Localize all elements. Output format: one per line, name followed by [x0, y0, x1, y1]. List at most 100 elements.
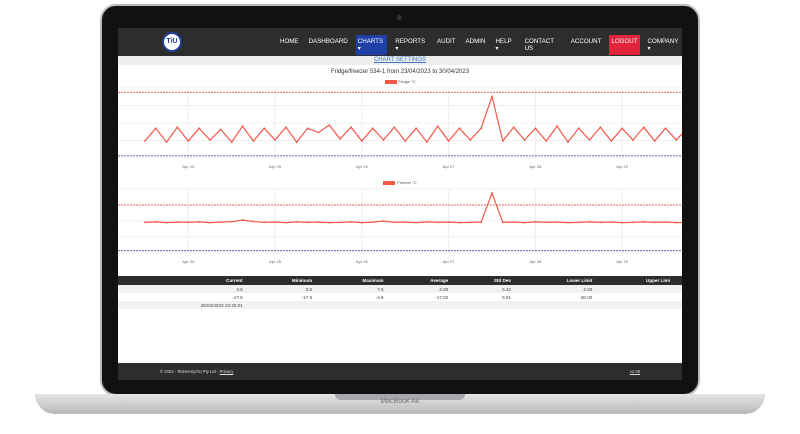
- data-point[interactable]: [371, 221, 374, 224]
- data-point[interactable]: [371, 127, 374, 130]
- data-point[interactable]: [458, 127, 461, 130]
- data-point[interactable]: [501, 140, 504, 142]
- data-point[interactable]: [436, 221, 439, 224]
- data-point[interactable]: [230, 141, 233, 143]
- data-point[interactable]: [512, 126, 515, 129]
- data-point[interactable]: [632, 221, 634, 224]
- data-point[interactable]: [469, 221, 472, 224]
- version-link[interactable]: v2.09: [630, 369, 640, 374]
- data-point[interactable]: [143, 140, 146, 142]
- data-point[interactable]: [664, 127, 667, 130]
- data-point[interactable]: [404, 221, 407, 224]
- chart-settings-link[interactable]: CHART SETTINGS: [118, 56, 682, 65]
- data-point[interactable]: [274, 221, 276, 224]
- data-point[interactable]: [577, 221, 580, 224]
- data-point[interactable]: [339, 138, 342, 140]
- data-point[interactable]: [566, 141, 569, 143]
- data-point[interactable]: [284, 221, 287, 224]
- data-point[interactable]: [642, 126, 645, 129]
- nav-item-account[interactable]: ACCOUNT: [569, 35, 604, 55]
- data-point[interactable]: [219, 128, 222, 131]
- data-point[interactable]: [241, 219, 244, 221]
- nav-item-help[interactable]: HELP ▾: [493, 35, 516, 55]
- data-point[interactable]: [198, 127, 201, 130]
- data-point[interactable]: [599, 221, 602, 224]
- data-point[interactable]: [209, 139, 211, 141]
- data-point[interactable]: [306, 127, 309, 130]
- data-point[interactable]: [621, 221, 624, 224]
- data-point[interactable]: [252, 140, 255, 142]
- data-point[interactable]: [176, 126, 179, 129]
- data-point[interactable]: [241, 125, 244, 128]
- data-point[interactable]: [523, 139, 526, 141]
- data-point[interactable]: [534, 127, 537, 130]
- data-point[interactable]: [556, 125, 558, 128]
- data-point[interactable]: [306, 221, 309, 224]
- data-point[interactable]: [154, 221, 157, 223]
- data-point[interactable]: [176, 221, 179, 224]
- data-point[interactable]: [143, 221, 146, 224]
- data-point[interactable]: [556, 221, 558, 224]
- data-point[interactable]: [252, 220, 255, 223]
- nav-item-audit[interactable]: AUDIT: [435, 35, 458, 55]
- data-point[interactable]: [274, 139, 276, 141]
- data-point[interactable]: [393, 126, 396, 129]
- data-point[interactable]: [219, 221, 222, 224]
- data-point[interactable]: [534, 221, 537, 223]
- data-point[interactable]: [382, 139, 385, 141]
- data-point[interactable]: [469, 139, 472, 141]
- data-point[interactable]: [263, 127, 266, 130]
- data-point[interactable]: [165, 141, 168, 143]
- nav-item-reports[interactable]: REPORTS ▾: [393, 35, 429, 55]
- data-point[interactable]: [588, 221, 591, 223]
- data-point[interactable]: [621, 127, 624, 130]
- data-point[interactable]: [653, 221, 656, 224]
- data-point[interactable]: [404, 140, 407, 142]
- data-point[interactable]: [154, 127, 157, 130]
- data-point[interactable]: [187, 221, 190, 224]
- data-point[interactable]: [610, 221, 613, 224]
- data-point[interactable]: [263, 221, 266, 224]
- data-point[interactable]: [491, 95, 493, 98]
- data-point[interactable]: [350, 221, 352, 223]
- data-point[interactable]: [458, 221, 461, 224]
- data-point[interactable]: [599, 126, 602, 129]
- data-point[interactable]: [491, 192, 493, 195]
- data-point[interactable]: [328, 124, 331, 127]
- data-point[interactable]: [425, 141, 428, 143]
- data-point[interactable]: [577, 127, 580, 130]
- data-point[interactable]: [480, 221, 483, 224]
- data-point[interactable]: [642, 221, 645, 223]
- data-point[interactable]: [675, 139, 678, 141]
- data-point[interactable]: [295, 221, 298, 223]
- privacy-link[interactable]: Privacy: [220, 369, 234, 374]
- data-point[interactable]: [545, 221, 548, 224]
- data-point[interactable]: [198, 221, 201, 223]
- data-point[interactable]: [566, 221, 569, 224]
- data-point[interactable]: [447, 221, 450, 224]
- data-point[interactable]: [165, 221, 168, 224]
- data-point[interactable]: [512, 221, 515, 224]
- nav-item-home[interactable]: HOME: [278, 35, 301, 55]
- nav-item-dashboard[interactable]: DASHBOARD: [307, 35, 350, 55]
- data-point[interactable]: [664, 221, 667, 224]
- data-point[interactable]: [501, 221, 504, 224]
- data-point[interactable]: [545, 140, 548, 142]
- data-point[interactable]: [436, 125, 439, 128]
- data-point[interactable]: [339, 221, 342, 224]
- data-point[interactable]: [632, 139, 634, 141]
- data-point[interactable]: [415, 127, 417, 130]
- data-point[interactable]: [610, 140, 613, 142]
- nav-item-contactus[interactable]: CONTACT US: [523, 35, 563, 55]
- nav-item-company[interactable]: COMPANY ▾: [646, 35, 682, 55]
- data-point[interactable]: [360, 140, 363, 142]
- logo[interactable]: TiU: [162, 32, 182, 52]
- nav-item-admin[interactable]: ADMIN: [464, 35, 488, 55]
- data-point[interactable]: [523, 221, 526, 224]
- nav-item-logout[interactable]: LOGOUT: [609, 35, 640, 55]
- data-point[interactable]: [187, 140, 190, 142]
- data-point[interactable]: [209, 221, 211, 224]
- data-point[interactable]: [360, 221, 363, 224]
- data-point[interactable]: [328, 221, 331, 224]
- data-point[interactable]: [295, 141, 298, 143]
